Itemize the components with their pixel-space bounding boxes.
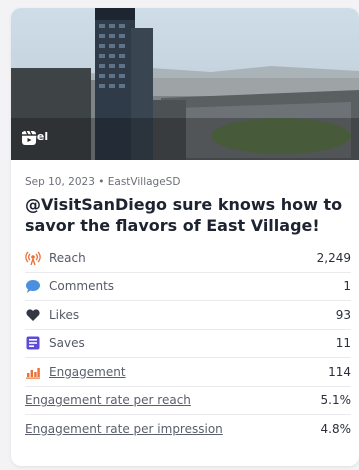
post-title[interactable]: @VisitSanDiego sure knows how to savor t… (25, 194, 351, 238)
metric-row-comments: Comments 1 (25, 273, 351, 301)
metric-label-comments: Comments (49, 279, 115, 294)
metric-value-engagement-rate-reach: 5.1% (320, 393, 352, 408)
metric-label-likes: Likes (49, 307, 80, 322)
reach-icon (25, 250, 41, 266)
metric-value-engagement: 114 (328, 364, 351, 379)
post-card[interactable]: Reel Sep 10, 2023 • EastVillageSD @Visit… (11, 8, 359, 466)
metric-label-reach: Reach (49, 250, 86, 265)
city-skyline-image (11, 8, 359, 160)
metric-value-likes: 93 (335, 307, 351, 322)
save-icon (25, 335, 41, 351)
engagement-rate-impression-link[interactable]: Engagement rate per impression (25, 422, 223, 436)
metric-label-saves: Saves (49, 336, 85, 351)
metric-row-saves: Saves 11 (25, 330, 351, 358)
engagement-link[interactable]: Engagement (49, 365, 126, 379)
comment-icon (25, 278, 41, 294)
metric-value-saves: 11 (335, 336, 351, 351)
engagement-rate-reach-link[interactable]: Engagement rate per reach (25, 393, 191, 407)
reel-badge: Reel (21, 130, 48, 145)
metric-value-reach: 2,249 (316, 250, 351, 265)
metric-row-engagement: Engagement 114 (25, 358, 351, 387)
metric-value-comments: 1 (343, 279, 351, 294)
heart-icon (25, 307, 41, 323)
post-thumbnail[interactable]: Reel (11, 8, 359, 160)
metric-row-engagement-rate-reach: Engagement rate per reach 5.1% (25, 387, 352, 415)
metric-row-likes: Likes 93 (25, 301, 351, 330)
metric-value-engagement-rate-impression: 4.8% (320, 421, 352, 436)
metric-row-reach: Reach 2,249 (25, 244, 351, 273)
bar-chart-icon (25, 364, 41, 380)
metrics-list: Reach 2,249 Comments 1 Likes 93 Saves 11… (25, 244, 351, 443)
post-meta: Sep 10, 2023 • EastVillageSD (25, 176, 181, 188)
metric-row-engagement-rate-impression: Engagement rate per impression 4.8% (25, 415, 351, 443)
reel-icon (22, 130, 36, 145)
